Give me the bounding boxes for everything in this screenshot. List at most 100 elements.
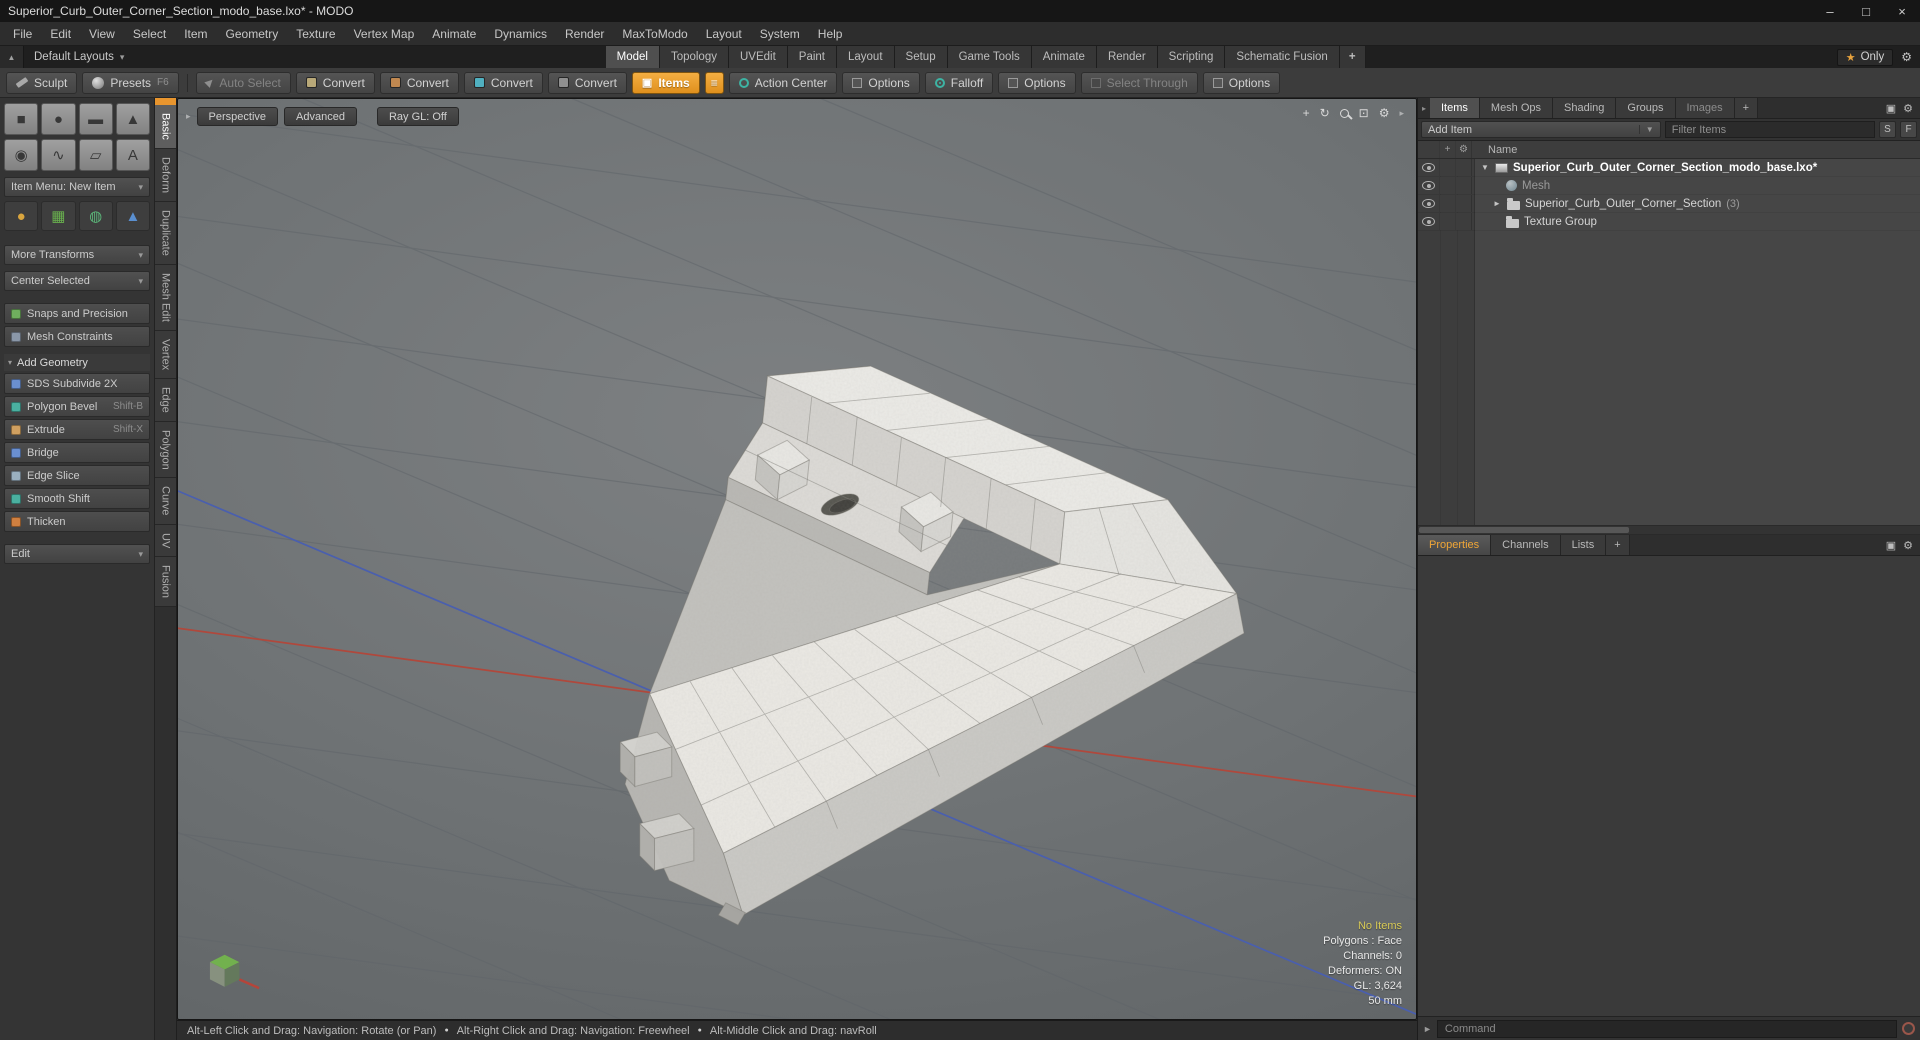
item-figure-button[interactable]: ● — [4, 201, 39, 231]
text-tool-button[interactable]: A — [115, 139, 150, 171]
menu-maxtomodo[interactable]: MaxToModo — [613, 22, 696, 46]
layout-tab-uvedit[interactable]: UVEdit — [728, 46, 788, 68]
presets-button[interactable]: Presets F6 — [82, 71, 179, 94]
edit-dropdown[interactable]: Edit ▾ — [4, 544, 150, 564]
search-mode-s-button[interactable]: S — [1879, 121, 1896, 138]
rotate-view-icon[interactable]: ↻ — [1320, 107, 1330, 119]
menu-layout[interactable]: Layout — [697, 22, 751, 46]
tree-row-scene[interactable]: ▼ Superior_Curb_Outer_Corner_Section_mod… — [1418, 159, 1920, 177]
tab-channels[interactable]: Channels — [1491, 535, 1561, 555]
default-layouts-dropdown[interactable]: Default Layouts ▾ — [24, 46, 134, 68]
layout-tab-animate[interactable]: Animate — [1031, 46, 1097, 68]
cylinder-primitive-button[interactable]: ▬ — [78, 103, 113, 135]
layout-tab-topology[interactable]: Topology — [659, 46, 729, 68]
layout-tab-paint[interactable]: Paint — [787, 46, 837, 68]
menu-file[interactable]: File — [4, 22, 41, 46]
vtab-deform[interactable]: Deform — [155, 148, 176, 202]
expand-arrow-icon[interactable]: ► — [1492, 199, 1502, 208]
visibility-eye-icon[interactable] — [1422, 181, 1435, 190]
add-layout-tab-button[interactable]: + — [1339, 46, 1366, 68]
vtab-uv[interactable]: UV — [155, 524, 176, 558]
menu-animate[interactable]: Animate — [423, 22, 485, 46]
select-through-button[interactable]: Select Through — [1080, 71, 1198, 94]
convert-button-1[interactable]: Convert — [295, 71, 375, 94]
viewport-flyout-icon[interactable]: ▸ — [1399, 108, 1404, 119]
filter-mode-f-button[interactable]: F — [1900, 121, 1917, 138]
tree-row-mesh[interactable]: Mesh — [1418, 177, 1920, 195]
visibility-eye-icon[interactable] — [1422, 163, 1435, 172]
panel-gear-icon[interactable]: ⚙ — [1903, 539, 1913, 552]
cube-primitive-button[interactable]: ■ — [4, 103, 39, 135]
add-properties-tab-button[interactable]: + — [1606, 535, 1630, 555]
select-through-options-button[interactable]: Options — [1202, 71, 1281, 94]
tool-bridge[interactable]: Bridge — [4, 442, 150, 463]
convert-button-3[interactable]: Convert — [463, 71, 543, 94]
tool-polygon-bevel[interactable]: Polygon Bevel Shift-B — [4, 396, 150, 417]
menu-edit[interactable]: Edit — [41, 22, 80, 46]
close-button[interactable]: × — [1884, 0, 1920, 22]
menu-select[interactable]: Select — [124, 22, 175, 46]
tool-thicken[interactable]: Thicken — [4, 511, 150, 532]
tab-shading[interactable]: Shading — [1553, 98, 1617, 118]
center-selected-dropdown[interactable]: Center Selected ▾ — [4, 271, 150, 291]
items-mode-button[interactable]: ▣ Items — [631, 71, 700, 94]
vtab-curve[interactable]: Curve — [155, 478, 176, 525]
add-item-button[interactable]: Add Item ▼ — [1421, 121, 1661, 138]
minimize-button[interactable]: – — [1812, 0, 1848, 22]
add-geometry-header[interactable]: ▾ Add Geometry — [4, 354, 150, 371]
visibility-eye-icon[interactable] — [1422, 217, 1435, 226]
layout-tab-layout[interactable]: Layout — [837, 46, 895, 68]
tree-row-texture-group[interactable]: Texture Group — [1418, 213, 1920, 231]
cone-item-button[interactable]: ▲ — [115, 201, 150, 231]
tool-smooth-shift[interactable]: Smooth Shift — [4, 488, 150, 509]
ground-plane-button[interactable]: ▦ — [41, 201, 76, 231]
menu-texture[interactable]: Texture — [287, 22, 344, 46]
tree-horizontal-scrollbar[interactable] — [1418, 525, 1920, 535]
torus-primitive-button[interactable]: ◉ — [4, 139, 39, 171]
add-panel-tab-button[interactable]: + — [1734, 98, 1759, 118]
item-menu-dropdown[interactable]: Item Menu: New Item ▾ — [4, 177, 150, 197]
menu-help[interactable]: Help — [809, 22, 852, 46]
auto-select-button[interactable]: ▶ Auto Select — [195, 71, 291, 94]
falloff-button[interactable]: Falloff — [924, 71, 994, 94]
action-center-options-button[interactable]: Options — [842, 71, 920, 94]
menu-item[interactable]: Item — [175, 22, 216, 46]
vtab-mesh-edit[interactable]: Mesh Edit — [155, 264, 176, 331]
visibility-eye-icon[interactable] — [1422, 199, 1435, 208]
layout-tab-model[interactable]: Model — [605, 46, 660, 68]
vtab-vertex[interactable]: Vertex — [155, 330, 176, 379]
expand-panel-icon[interactable]: ▣ — [1886, 539, 1896, 552]
flyout-icon[interactable]: ▸ — [186, 111, 191, 122]
vtab-polygon[interactable]: Polygon — [155, 421, 176, 479]
menu-dynamics[interactable]: Dynamics — [485, 22, 556, 46]
pan-tool-icon[interactable]: + — [1303, 107, 1310, 119]
mesh-constraints-button[interactable]: Mesh Constraints — [4, 326, 150, 347]
falloff-options-button[interactable]: Options — [998, 71, 1076, 94]
gear-icon[interactable]: ⚙ — [1901, 50, 1912, 64]
advanced-shading-button[interactable]: Advanced — [284, 107, 357, 126]
tab-properties[interactable]: Properties — [1418, 535, 1492, 555]
layout-tab-render[interactable]: Render — [1096, 46, 1158, 68]
pin-layout-button[interactable]: ▲ — [0, 46, 24, 68]
command-history-toggle[interactable]: ► — [1423, 1024, 1432, 1034]
menu-geometry[interactable]: Geometry — [217, 22, 288, 46]
menu-render[interactable]: Render — [556, 22, 613, 46]
vtab-edge[interactable]: Edge — [155, 378, 176, 422]
action-center-button[interactable]: Action Center — [728, 71, 838, 94]
panel-flyout-icon[interactable]: ▸ — [1418, 98, 1430, 118]
layout-tab-schematic-fusion[interactable]: Schematic Fusion — [1225, 46, 1340, 68]
3d-viewport[interactable]: ▸ Perspective Advanced Ray GL: Off + ↻ ⊡… — [177, 98, 1417, 1020]
tool-edge-slice[interactable]: Edge Slice — [4, 465, 150, 486]
collapse-arrow-icon[interactable]: ▼ — [1480, 163, 1490, 172]
filter-items-input[interactable] — [1664, 121, 1875, 138]
cone-primitive-button[interactable]: ▲ — [115, 103, 150, 135]
perspective-view-button[interactable]: Perspective — [196, 107, 279, 126]
zoom-icon[interactable] — [1339, 108, 1349, 118]
items-mode-options-button[interactable]: ≡ — [704, 71, 724, 94]
menu-system[interactable]: System — [751, 22, 809, 46]
tool-sds-subdivide-2x[interactable]: SDS Subdivide 2X — [4, 373, 150, 394]
sculpt-button[interactable]: Sculpt — [6, 71, 78, 94]
tab-mesh-ops[interactable]: Mesh Ops — [1479, 98, 1554, 118]
convert-button-2[interactable]: Convert — [379, 71, 459, 94]
sphere-primitive-button[interactable]: ● — [41, 103, 76, 135]
